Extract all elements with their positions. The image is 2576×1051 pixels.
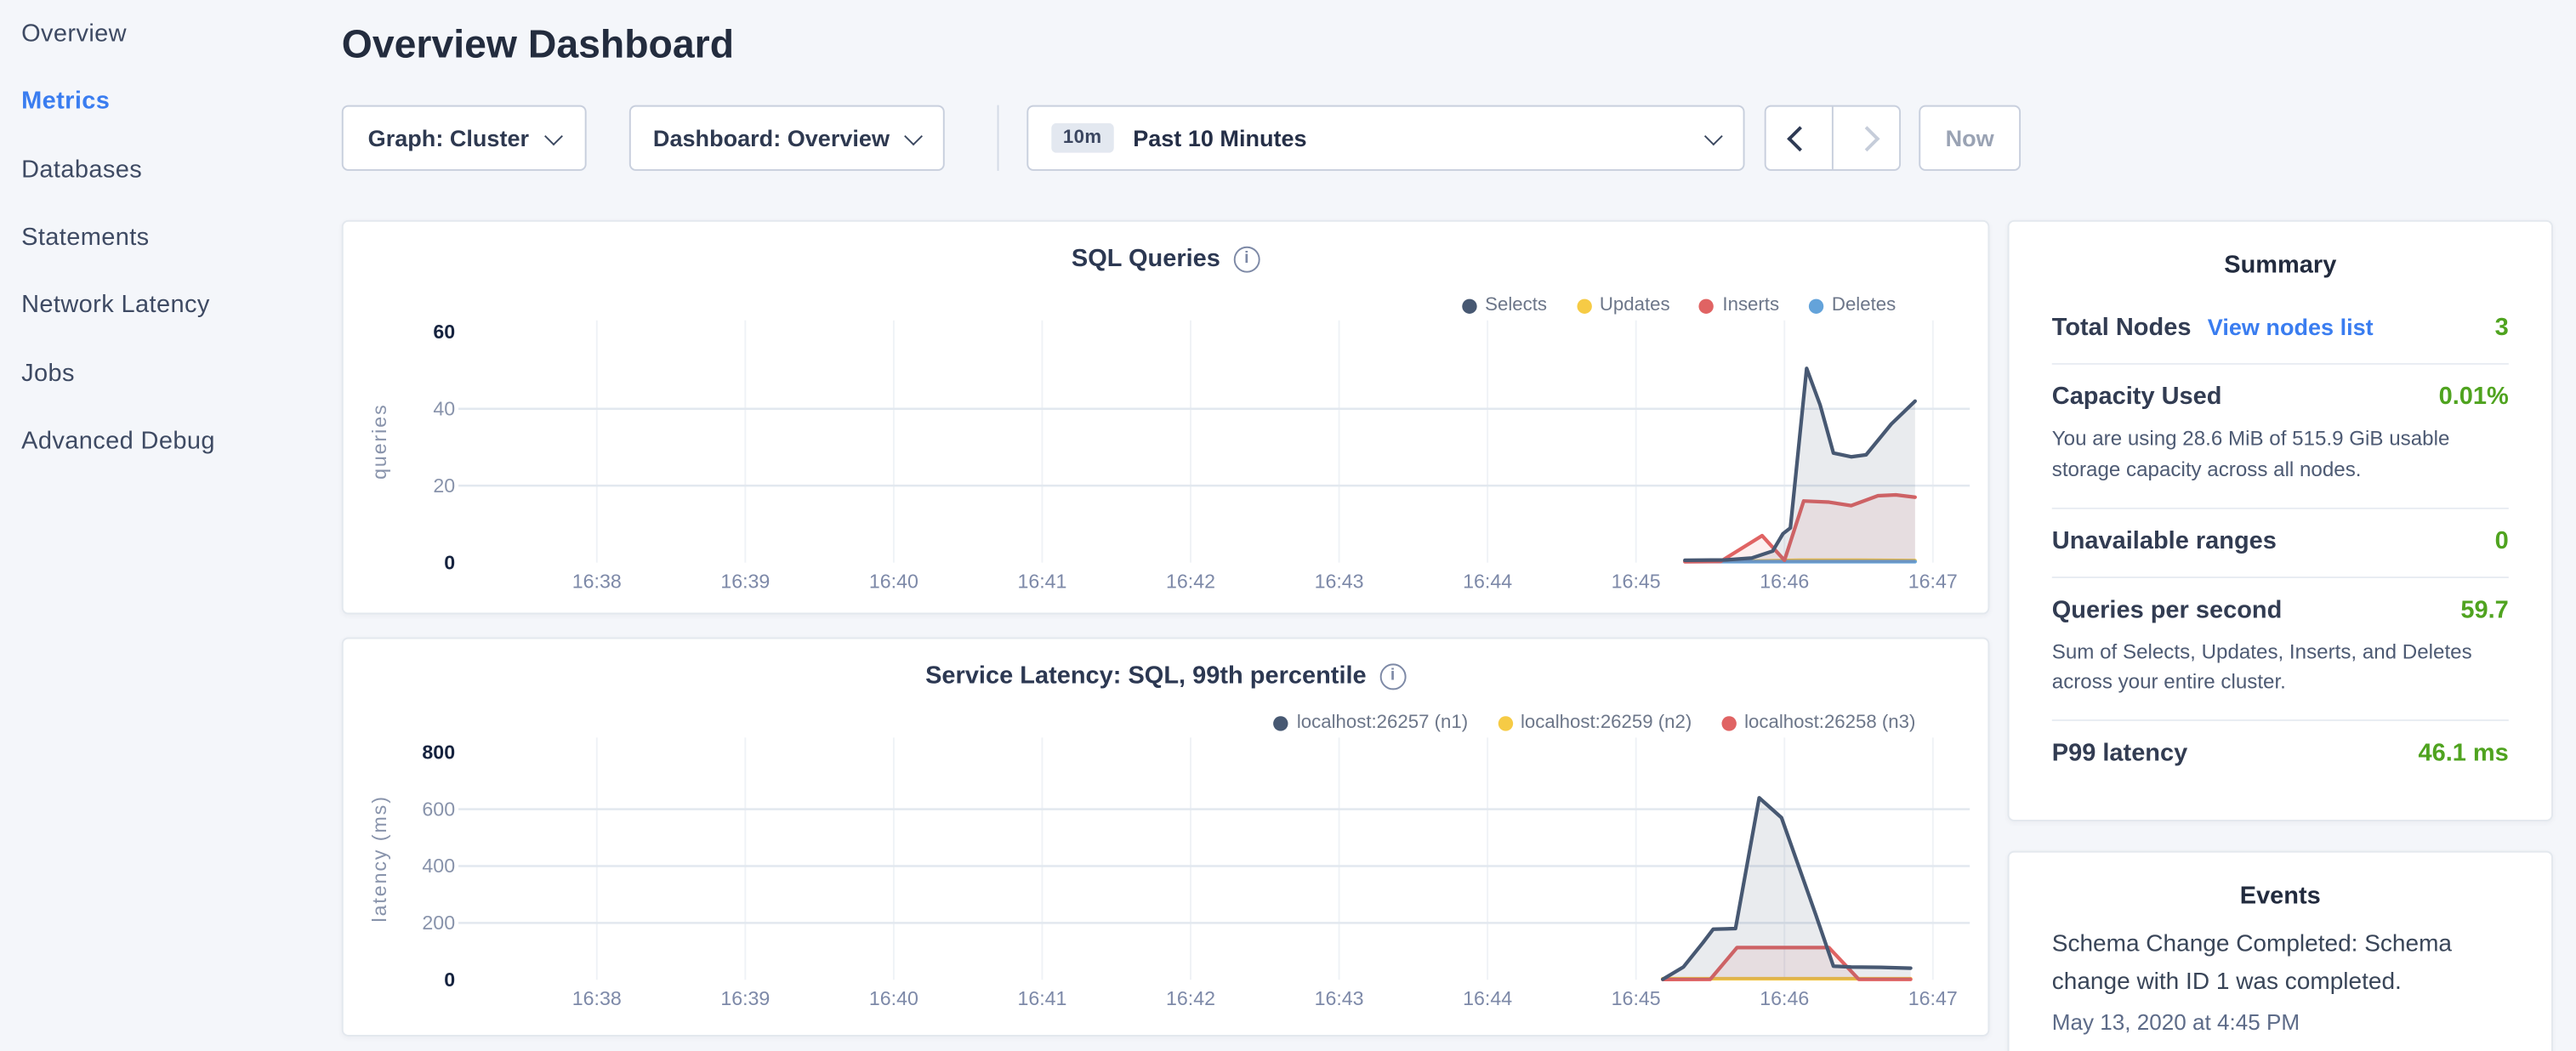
controls-row: Graph: Cluster Dashboard: Overview 10m P… xyxy=(342,105,2084,171)
x-tick-label: 16:39 xyxy=(720,571,770,593)
x-tick-label: 16:41 xyxy=(1017,571,1066,593)
summary-row-label: Queries per second xyxy=(2052,595,2283,623)
chevron-left-icon xyxy=(1786,125,1811,151)
y-tick-label: 400 xyxy=(422,855,455,877)
summary-panel: Summary Total Nodes View nodes list 3 Ca… xyxy=(2008,220,2553,821)
summary-row-value: 3 xyxy=(2495,314,2509,342)
summary-row-p99-latency: P99 latency 46.1 ms xyxy=(2052,721,2509,788)
x-tick-label: 16:40 xyxy=(869,987,918,1009)
x-tick-label: 16:44 xyxy=(1463,987,1512,1009)
time-window-label: Past 10 Minutes xyxy=(1133,125,1306,151)
sidebar-nav: Overview Metrics Databases Statements Ne… xyxy=(0,0,328,474)
sidebar-item-jobs[interactable]: Jobs xyxy=(0,339,328,407)
graph-scope-dropdown-label: Graph: Cluster xyxy=(368,125,529,151)
x-tick-label: 16:42 xyxy=(1166,571,1215,593)
summary-row-value: 46.1 ms xyxy=(2418,739,2508,767)
y-tick-label: 800 xyxy=(422,741,455,763)
event-timestamp: May 13, 2020 at 4:45 PM xyxy=(2052,1010,2509,1035)
next-time-button[interactable] xyxy=(1832,107,1899,169)
x-tick-label: 16:38 xyxy=(572,571,622,593)
sidebar-item-databases[interactable]: Databases xyxy=(0,136,328,204)
chevron-right-icon xyxy=(1853,125,1879,151)
summary-row-label: Capacity Used xyxy=(2052,383,2222,411)
x-tick-label: 16:44 xyxy=(1463,571,1512,593)
sidebar-item-overview[interactable]: Overview xyxy=(0,0,328,68)
y-axis-label: queries xyxy=(368,403,390,480)
events-panel: Events Schema Change Completed: Schema c… xyxy=(2008,851,2553,1051)
time-window-dropdown[interactable]: 10m Past 10 Minutes xyxy=(1026,105,1744,171)
y-tick-label: 20 xyxy=(433,474,455,497)
y-tick-label: 60 xyxy=(433,321,455,343)
summary-row-unavailable-ranges: Unavailable ranges 0 xyxy=(2052,508,2509,577)
x-tick-label: 16:43 xyxy=(1315,571,1364,593)
y-tick-label: 600 xyxy=(422,798,455,820)
x-tick-label: 16:46 xyxy=(1760,987,1809,1009)
x-tick-label: 16:47 xyxy=(1908,571,1958,593)
x-tick-label: 16:46 xyxy=(1760,571,1809,593)
chart-canvas: 16:38 16:39 16:40 16:41 16:42 16:43 16:44 16:45… xyxy=(344,639,1992,1036)
sidebar-item-network-latency[interactable]: Network Latency xyxy=(0,271,328,339)
sidebar-item-statements[interactable]: Statements xyxy=(0,203,328,271)
chart-canvas: 16:38 16:39 16:40 16:41 16:42 16:43 16:44 16:45… xyxy=(344,222,1992,619)
x-tick-label: 16:39 xyxy=(720,987,770,1009)
sql-queries-chart-card: SQL Queries i SelectsUpdatesInsertsDelet… xyxy=(342,220,1990,615)
summary-title: Summary xyxy=(2052,252,2509,280)
y-tick-label: 0 xyxy=(444,551,455,573)
time-step-buttons xyxy=(1765,105,1901,171)
now-button[interactable]: Now xyxy=(1919,105,2021,171)
event-text: Schema Change Completed: Schema change w… xyxy=(2052,927,2509,1002)
dashboard-dropdown[interactable]: Dashboard: Overview xyxy=(629,105,945,171)
summary-row-label: Total Nodes xyxy=(2052,314,2192,342)
time-window-badge: 10m xyxy=(1051,123,1113,153)
chevron-down-icon xyxy=(1704,126,1723,145)
chevron-down-icon xyxy=(544,126,563,145)
summary-row-capacity-used: Capacity Used 0.01% You are using 28.6 M… xyxy=(2052,365,2509,508)
dashboard-dropdown-label: Dashboard: Overview xyxy=(653,125,890,151)
view-nodes-list-link[interactable]: View nodes list xyxy=(2208,314,2374,340)
metrics-page: Overview Metrics Databases Statements Ne… xyxy=(0,0,2576,1051)
summary-row-total-nodes: Total Nodes View nodes list 3 xyxy=(2052,296,2509,365)
chevron-down-icon xyxy=(905,126,924,145)
x-tick-label: 16:43 xyxy=(1315,987,1364,1009)
y-tick-label: 40 xyxy=(433,397,455,419)
event-list-item[interactable]: Schema Change Completed: Schema change w… xyxy=(2052,927,2509,1035)
summary-row-value: 0 xyxy=(2495,526,2509,554)
x-tick-label: 16:45 xyxy=(1612,571,1661,593)
service-latency-chart-card: Service Latency: SQL, 99th percentile i … xyxy=(342,638,1990,1037)
page-title: Overview Dashboard xyxy=(342,23,734,69)
summary-row-subtext: You are using 28.6 MiB of 515.9 GiB usab… xyxy=(2052,423,2509,485)
y-tick-label: 200 xyxy=(422,912,455,934)
x-tick-label: 16:45 xyxy=(1612,987,1661,1009)
x-tick-label: 16:42 xyxy=(1166,987,1215,1009)
summary-row-label: P99 latency xyxy=(2052,739,2187,767)
events-title: Events xyxy=(2052,882,2509,910)
x-tick-label: 16:38 xyxy=(572,987,622,1009)
graph-scope-dropdown[interactable]: Graph: Cluster xyxy=(342,105,587,171)
x-tick-label: 16:40 xyxy=(869,571,918,593)
y-axis-label: latency (ms) xyxy=(368,795,390,922)
summary-row-label: Unavailable ranges xyxy=(2052,526,2277,554)
summary-row-queries-per-second: Queries per second 59.7 Sum of Selects, … xyxy=(2052,577,2509,721)
summary-row-value: 0.01% xyxy=(2439,383,2509,411)
controls-divider xyxy=(998,105,999,171)
summary-row-subtext: Sum of Selects, Updates, Inserts, and De… xyxy=(2052,637,2509,698)
y-tick-label: 0 xyxy=(444,969,455,991)
summary-row-value: 59.7 xyxy=(2460,595,2508,623)
x-tick-label: 16:47 xyxy=(1908,987,1958,1009)
x-tick-label: 16:41 xyxy=(1017,987,1066,1009)
prev-time-button[interactable] xyxy=(1766,107,1832,169)
sidebar-item-metrics[interactable]: Metrics xyxy=(0,68,328,136)
sidebar-item-advanced-debug[interactable]: Advanced Debug xyxy=(0,407,328,475)
